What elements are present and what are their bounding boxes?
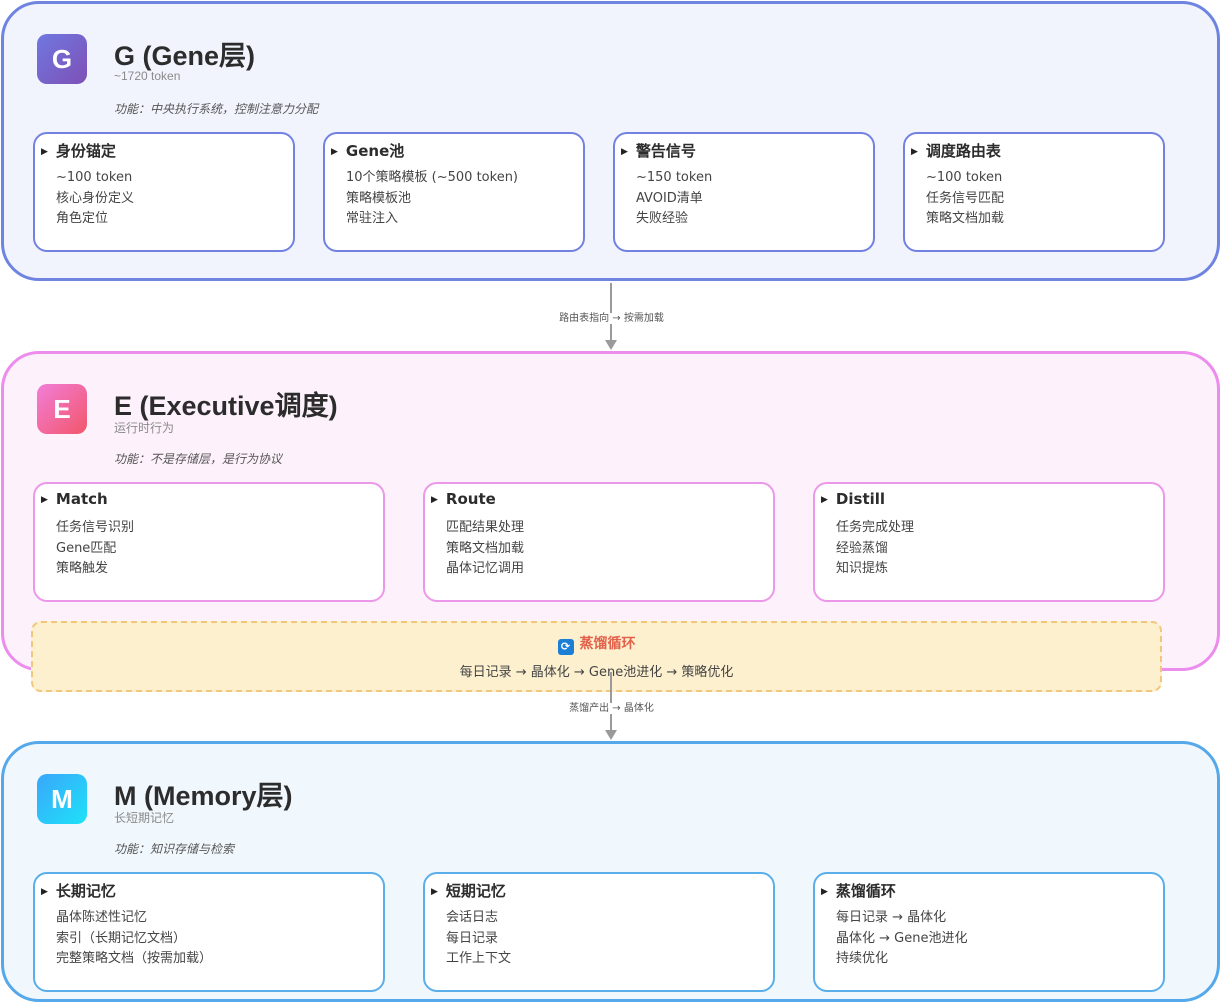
card-warning-signals: ▶ 警告信号 ~150 token AVOID清单 失败经验	[613, 132, 875, 252]
card-title: 警告信号	[635, 142, 696, 160]
memory-layer-subtitle: 长短期记忆	[114, 811, 175, 825]
triangle-right-icon: ▶	[41, 495, 48, 505]
card-line: 策略文档加载	[926, 211, 1005, 226]
card-match: ▶ Match 任务信号识别 Gene匹配 策略触发	[33, 482, 385, 602]
connector-e-to-m-label: 蒸馏产出 → 晶体化	[0, 699, 1223, 714]
triangle-right-icon: ▶	[431, 887, 438, 897]
distill-cycle-title: 蒸馏循环	[579, 636, 636, 652]
memory-layer-function: 功能：知识存储与检索	[114, 842, 235, 856]
card-line: 10个策略模板 (~500 token)	[346, 170, 519, 185]
card-line: 策略触发	[56, 561, 109, 576]
card-identity-anchor: ▶ 身份锚定 ~100 token 核心身份定义 角色定位	[33, 132, 295, 252]
triangle-right-icon: ▶	[621, 147, 628, 157]
memory-layer-panel: M M (Memory层) 长短期记忆 功能：知识存储与检索 ▶ 长期记忆 晶体陈…	[1, 741, 1220, 1002]
gene-layer-panel: G G (Gene层) ~1720 token 功能：中央执行系统，控制注意力分…	[1, 1, 1220, 281]
executive-layer-function: 功能：不是存储层，是行为协议	[114, 452, 283, 466]
card-line: 晶体化 → Gene池进化	[836, 930, 968, 946]
memory-layer-badge: M	[37, 774, 87, 824]
triangle-right-icon: ▶	[911, 147, 918, 157]
arrow-down-icon	[605, 340, 617, 350]
card-line: 核心身份定义	[56, 190, 135, 206]
card-line: ~100 token	[926, 170, 1003, 185]
executive-layer-title: E (Executive调度)	[114, 391, 338, 421]
card-title: 身份锚定	[55, 142, 116, 160]
card-line: 任务信号识别	[56, 520, 135, 535]
card-title: 调度路由表	[925, 142, 1001, 160]
distill-cycle-box: ⟳ 蒸馏循环 每日记录 → 晶体化 → Gene池进化 → 策略优化	[31, 621, 1162, 692]
card-line: Gene匹配	[56, 540, 117, 556]
card-title: 短期记忆	[445, 882, 506, 900]
card-line: ~100 token	[56, 170, 133, 185]
executive-layer-badge: E	[37, 384, 87, 434]
card-line: 经验蒸馏	[836, 540, 889, 556]
executive-layer-subtitle: 运行时行为	[114, 421, 175, 435]
card-line: 索引（长期记忆文档）	[56, 930, 187, 946]
card-line: 每日记录 → 晶体化	[836, 910, 947, 925]
card-line: 常驻注入	[346, 211, 399, 226]
gene-layer-subtitle: ~1720 token	[114, 69, 181, 83]
gene-layer-badge: G	[37, 34, 87, 84]
triangle-right-icon: ▶	[41, 887, 48, 897]
card-line: 会话日志	[446, 910, 499, 925]
card-line: 失败经验	[636, 211, 689, 226]
card-title: 蒸馏循环	[835, 882, 896, 900]
card-line: 晶体陈述性记忆	[56, 910, 148, 925]
triangle-right-icon: ▶	[431, 495, 438, 505]
card-line: 持续优化	[836, 951, 889, 966]
card-line: 角色定位	[56, 211, 109, 226]
triangle-right-icon: ▶	[331, 147, 338, 157]
memory-layer-title: M (Memory层)	[114, 781, 293, 811]
card-line: ~150 token	[636, 170, 713, 185]
cycle-arrows-icon: ⟳	[557, 639, 574, 655]
card-title: Distill	[835, 490, 886, 508]
connector-g-to-e-label: 路由表指向 → 按需加载	[0, 309, 1223, 324]
card-line: 每日记录	[446, 930, 499, 946]
card-title: Match	[55, 490, 108, 508]
card-line: 任务完成处理	[836, 520, 915, 535]
triangle-right-icon: ▶	[41, 147, 48, 157]
card-line: 策略模板池	[346, 190, 412, 206]
card-line: 知识提炼	[836, 561, 889, 576]
card-long-term-memory: ▶ 长期记忆 晶体陈述性记忆 索引（长期记忆文档） 完整策略文档（按需加载）	[33, 872, 385, 992]
card-line: 策略文档加载	[446, 540, 525, 556]
gene-layer-title: G (Gene层)	[114, 41, 256, 71]
triangle-right-icon: ▶	[821, 495, 828, 505]
card-short-term-memory: ▶ 短期记忆 会话日志 每日记录 工作上下文	[423, 872, 775, 992]
gene-layer-function: 功能：中央执行系统，控制注意力分配	[114, 102, 319, 116]
card-title: 长期记忆	[55, 882, 116, 900]
card-title: Gene池	[345, 142, 405, 160]
card-line: 工作上下文	[446, 951, 512, 966]
triangle-right-icon: ▶	[821, 887, 828, 897]
card-title: Route	[445, 490, 496, 508]
card-route: ▶ Route 匹配结果处理 策略文档加载 晶体记忆调用	[423, 482, 775, 602]
card-line: AVOID清单	[636, 190, 703, 206]
card-line: 匹配结果处理	[446, 520, 525, 535]
card-line: 晶体记忆调用	[446, 561, 525, 576]
card-line: 任务信号匹配	[926, 190, 1005, 206]
card-line: 完整策略文档（按需加载）	[56, 951, 213, 966]
card-distill: ▶ Distill 任务完成处理 经验蒸馏 知识提炼	[813, 482, 1165, 602]
card-gene-pool: ▶ Gene池 10个策略模板 (~500 token) 策略模板池 常驻注入	[323, 132, 585, 252]
arrow-down-icon	[605, 730, 617, 740]
distill-cycle-flow: 每日记录 → 晶体化 → Gene池进化 → 策略优化	[459, 665, 734, 680]
card-distill-cycle: ▶ 蒸馏循环 每日记录 → 晶体化 晶体化 → Gene池进化 持续优化	[813, 872, 1165, 992]
card-routing-table: ▶ 调度路由表 ~100 token 任务信号匹配 策略文档加载	[903, 132, 1165, 252]
